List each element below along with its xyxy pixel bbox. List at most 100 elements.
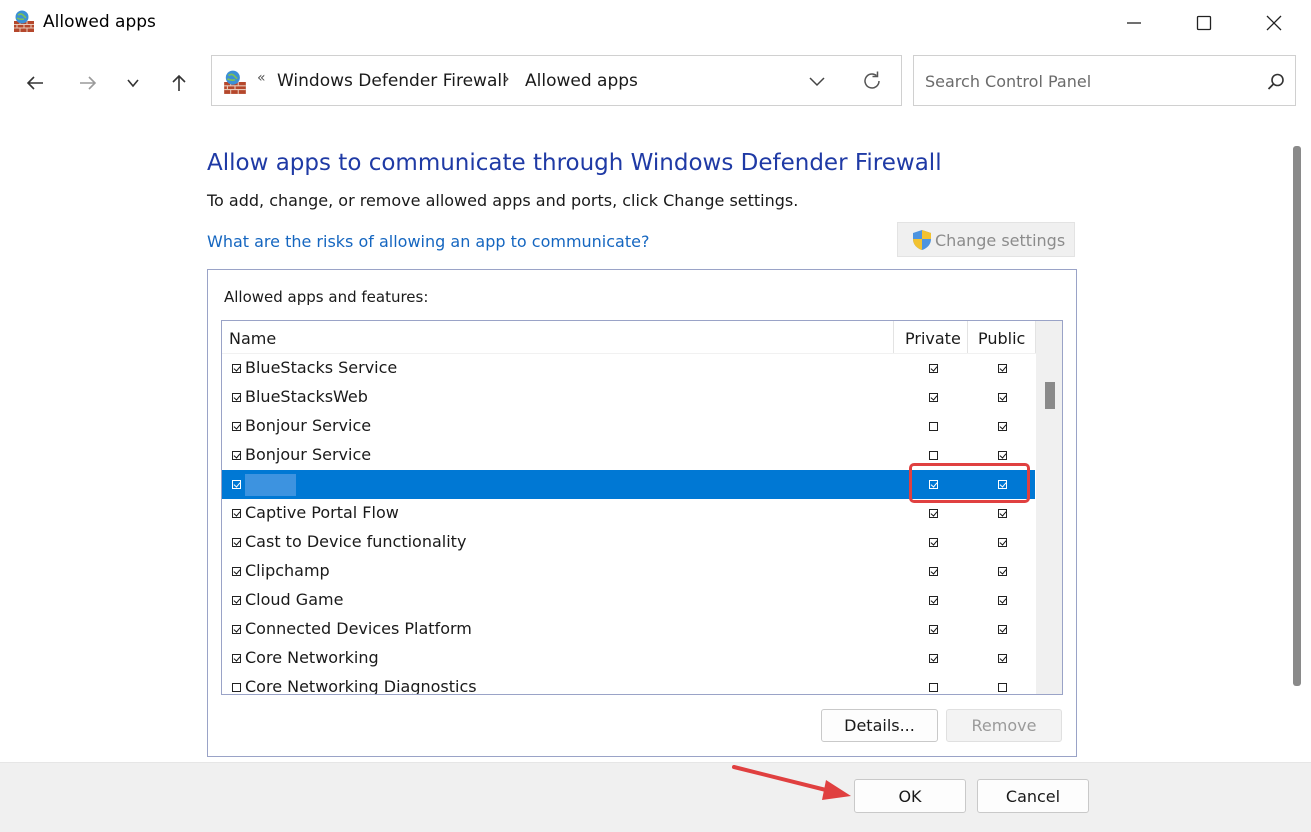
app-enabled-checkbox[interactable] — [232, 567, 241, 576]
list-item[interactable]: BlueStacks Service — [222, 354, 1035, 383]
ok-button[interactable]: OK — [854, 779, 966, 813]
list-item[interactable]: Connected Devices Platform — [222, 615, 1035, 644]
maximize-button[interactable] — [1169, 0, 1239, 46]
refresh-icon[interactable] — [860, 69, 884, 93]
app-name: Bonjour Service — [245, 445, 372, 464]
private-checkbox[interactable] — [929, 683, 938, 692]
cancel-button[interactable]: Cancel — [977, 779, 1089, 813]
list-scrollbar-thumb[interactable] — [1045, 382, 1055, 409]
public-checkbox[interactable] — [998, 625, 1007, 634]
annotation-highlight-box — [909, 463, 1030, 503]
remove-button[interactable]: Remove — [946, 709, 1062, 742]
public-checkbox[interactable] — [998, 596, 1007, 605]
app-name: Core Networking — [245, 648, 379, 667]
app-enabled-checkbox[interactable] — [232, 625, 241, 634]
details-button[interactable]: Details... — [821, 709, 938, 742]
column-header-private[interactable]: Private — [905, 329, 961, 348]
back-button[interactable] — [20, 68, 50, 98]
search-input[interactable]: Search Control Panel — [925, 72, 1091, 91]
private-checkbox[interactable] — [929, 509, 938, 518]
address-bar[interactable]: « Windows Defender Firewall › Allowed ap… — [211, 55, 902, 106]
list-item[interactable]: Cloud Game — [222, 586, 1035, 615]
public-checkbox[interactable] — [998, 538, 1007, 547]
private-checkbox[interactable] — [929, 538, 938, 547]
minimize-button[interactable] — [1099, 0, 1169, 46]
private-checkbox[interactable] — [929, 364, 938, 373]
recent-locations-button[interactable] — [118, 68, 148, 98]
app-name: BlueStacks Service — [245, 358, 398, 377]
uac-shield-icon — [913, 230, 931, 250]
app-enabled-checkbox[interactable] — [232, 654, 241, 663]
page-scrollbar-thumb[interactable] — [1293, 146, 1301, 686]
app-name: Clipchamp — [245, 561, 330, 580]
private-checkbox[interactable] — [929, 451, 938, 460]
list-item[interactable]: Captive Portal Flow — [222, 499, 1035, 528]
firewall-location-icon — [224, 70, 246, 94]
list-scrollbar[interactable] — [1036, 321, 1062, 694]
app-name: Captive Portal Flow — [245, 503, 399, 522]
app-enabled-checkbox[interactable] — [232, 451, 241, 460]
recent-dropdown-icon — [127, 79, 139, 88]
close-icon — [1266, 15, 1282, 31]
list-item[interactable]: Core Networking Diagnostics — [222, 673, 1035, 695]
forward-arrow-icon — [80, 76, 97, 90]
private-checkbox[interactable] — [929, 393, 938, 402]
forward-button[interactable] — [73, 68, 103, 98]
close-button[interactable] — [1239, 0, 1309, 46]
page-scrollbar[interactable] — [1291, 118, 1305, 762]
minimize-icon — [1127, 22, 1141, 24]
allowed-apps-list[interactable]: Name Private Public BlueStacks Service Bl… — [221, 320, 1063, 695]
selected-name-highlight — [245, 474, 296, 496]
up-arrow-icon — [172, 74, 186, 91]
app-name: Core Networking Diagnostics — [245, 677, 477, 695]
address-dropdown-icon[interactable] — [806, 72, 828, 92]
search-icon[interactable] — [1266, 72, 1286, 92]
app-enabled-checkbox[interactable] — [232, 596, 241, 605]
app-enabled-checkbox[interactable] — [232, 393, 241, 402]
list-item[interactable]: BlueStacksWeb — [222, 383, 1035, 412]
maximize-icon — [1196, 15, 1212, 31]
public-checkbox[interactable] — [998, 509, 1007, 518]
breadcrumb-firewall[interactable]: Windows Defender Firewall — [277, 71, 507, 91]
public-checkbox[interactable] — [998, 567, 1007, 576]
app-name: Cast to Device functionality — [245, 532, 467, 551]
column-header-public[interactable]: Public — [978, 329, 1025, 348]
allowed-apps-label: Allowed apps and features: — [224, 288, 429, 306]
app-name: Cloud Game — [245, 590, 344, 609]
private-checkbox[interactable] — [929, 596, 938, 605]
change-settings-label: Change settings — [935, 231, 1066, 250]
private-checkbox[interactable] — [929, 625, 938, 634]
app-enabled-checkbox[interactable] — [232, 538, 241, 547]
app-enabled-checkbox[interactable] — [232, 480, 241, 489]
app-enabled-checkbox[interactable] — [232, 422, 241, 431]
public-checkbox[interactable] — [998, 393, 1007, 402]
app-enabled-checkbox[interactable] — [232, 683, 241, 692]
breadcrumb-separator[interactable]: › — [503, 69, 510, 89]
public-checkbox[interactable] — [998, 451, 1007, 460]
private-checkbox[interactable] — [929, 567, 938, 576]
breadcrumb-allowed-apps[interactable]: Allowed apps — [525, 71, 638, 91]
list-item[interactable]: Core Networking — [222, 644, 1035, 673]
up-button[interactable] — [164, 68, 194, 98]
app-enabled-checkbox[interactable] — [232, 364, 241, 373]
list-header: Name Private Public — [222, 321, 1036, 354]
private-checkbox[interactable] — [929, 654, 938, 663]
list-item[interactable]: Bonjour Service — [222, 412, 1035, 441]
public-checkbox[interactable] — [998, 683, 1007, 692]
list-item[interactable]: Clipchamp — [222, 557, 1035, 586]
breadcrumb-overflow[interactable]: « — [257, 70, 266, 86]
app-enabled-checkbox[interactable] — [232, 509, 241, 518]
dialog-footer — [0, 762, 1311, 832]
column-header-name[interactable]: Name — [229, 329, 276, 348]
change-settings-button[interactable]: Change settings — [897, 222, 1075, 257]
annotation-arrow-icon — [732, 765, 851, 800]
search-box[interactable]: Search Control Panel — [913, 55, 1296, 106]
public-checkbox[interactable] — [998, 364, 1007, 373]
risks-link[interactable]: What are the risks of allowing an app to… — [207, 232, 649, 251]
private-checkbox[interactable] — [929, 422, 938, 431]
window-title: Allowed apps — [43, 12, 156, 32]
list-item[interactable]: Cast to Device functionality — [222, 528, 1035, 557]
public-checkbox[interactable] — [998, 654, 1007, 663]
public-checkbox[interactable] — [998, 422, 1007, 431]
app-name: Bonjour Service — [245, 416, 372, 435]
